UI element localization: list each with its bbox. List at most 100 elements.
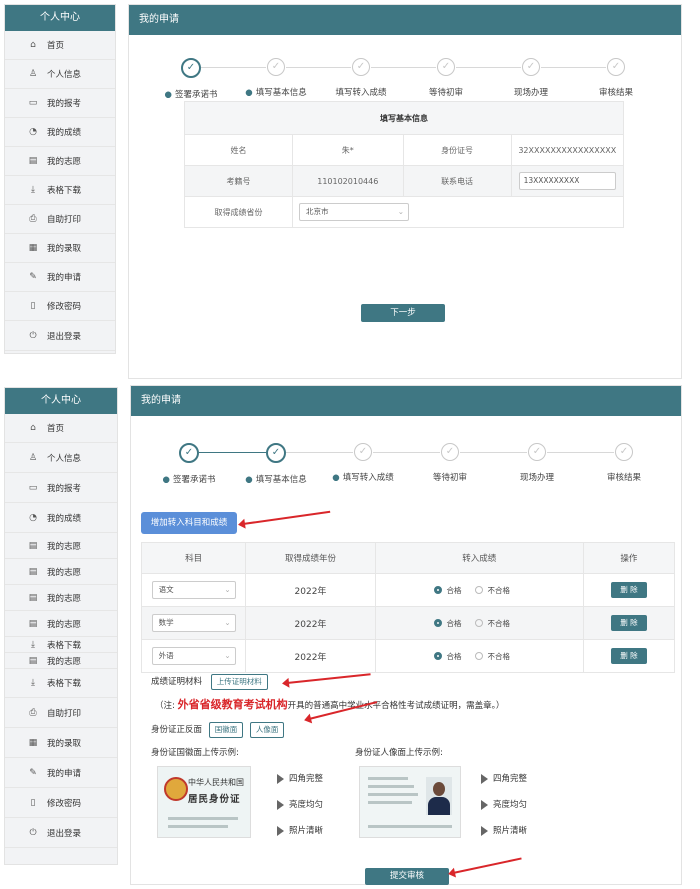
sidebar-item[interactable]: ✎ 我的申请 <box>5 758 117 788</box>
column-header-subject: 科目 <box>140 542 247 574</box>
pie-chart-icon: ◔ <box>29 127 37 137</box>
phone-input[interactable]: 13XXXXXXXXX <box>518 172 616 190</box>
phone-label: 联系电话 <box>402 165 512 197</box>
sidebar-item[interactable]: ⏻ 退出登录 <box>5 818 117 848</box>
sidebar-item[interactable]: ⤓ 表格下载 <box>5 637 117 653</box>
next-step-button[interactable]: 下一步 <box>361 304 445 322</box>
sidebar-item[interactable]: ▯ 修改密码 <box>5 788 117 818</box>
sidebar-item[interactable]: ▭ 我的报考 <box>5 473 117 503</box>
progress-steps: ✓ ● 签署承诺书 ✓ ● 填写基本信息 ✓ ● 填写转入成绩 ✓ 等待初审 ✓ 现场办理 ✓ 审核结果 <box>131 443 681 485</box>
proof-row: 成绩证明材料 上传证明材料 <box>151 674 268 690</box>
step-item: ✓ ● 签署承诺书 <box>144 443 234 485</box>
pass-label: 合格 <box>446 618 462 628</box>
card-title-line2: 居民身份证 <box>188 794 241 805</box>
delete-button[interactable]: 删 除 <box>610 582 647 598</box>
step-label: 等待初审 <box>401 86 491 98</box>
subject-select[interactable]: 数学 ⌄ <box>151 614 236 632</box>
play-icon <box>277 825 284 836</box>
proof-label: 成绩证明材料 <box>151 677 203 687</box>
fail-radio[interactable] <box>475 586 484 594</box>
sidebar-item-label: 个人信息 <box>47 453 82 464</box>
sidebar-item[interactable]: ▦ 我的录取 <box>5 234 115 263</box>
fail-radio[interactable] <box>475 619 484 627</box>
pass-radio[interactable] <box>434 586 443 594</box>
sidebar-item[interactable]: ▦ 我的录取 <box>5 728 117 758</box>
card-text-lines <box>368 801 412 804</box>
sidebar-item[interactable]: ▭ 我的报考 <box>5 89 115 118</box>
sidebar-item[interactable]: ♙ 个人信息 <box>5 443 117 473</box>
play-icon <box>481 825 488 836</box>
check-brightness: 亮度均匀 <box>277 798 323 810</box>
sidebar-item-label: 我的志愿 <box>47 656 82 667</box>
sidebar-item[interactable]: ⎙ 自助打印 <box>5 205 115 234</box>
step-label: ● 填写转入成绩 <box>318 471 408 483</box>
annotation-arrow <box>242 510 331 525</box>
annotation-arrow <box>452 857 522 874</box>
pass-radio[interactable] <box>434 652 443 660</box>
sidebar-item-label: 我的申请 <box>47 768 82 779</box>
province-select[interactable]: 北京市 ⌄ <box>298 203 409 221</box>
sidebar-item[interactable]: ▤ 我的志愿 <box>5 653 117 669</box>
printer-icon: ⎙ <box>29 214 37 224</box>
sidebar-item[interactable]: ▤ 我的志愿 <box>5 611 117 637</box>
step-item: ✓ ● 签署承诺书 <box>146 58 236 100</box>
play-icon <box>277 799 284 810</box>
check-label: 亮度均匀 <box>289 800 324 810</box>
id-front-upload-button[interactable]: 国徽面 <box>208 722 244 738</box>
lock-icon: ▯ <box>30 797 36 808</box>
step-label-text: 等待初审 <box>428 88 463 98</box>
note-prefix: （注: <box>155 701 175 711</box>
sidebar-item[interactable]: ▤ 我的志愿 <box>5 147 115 176</box>
play-icon <box>481 799 488 810</box>
name-value: 朱* <box>291 134 404 166</box>
logout-icon: ⏻ <box>29 330 37 341</box>
home-icon: ⌂ <box>30 40 36 50</box>
pass-radio[interactable] <box>434 619 443 627</box>
step-label: 现场办理 <box>492 471 582 483</box>
submit-review-button[interactable]: 提交审核 <box>365 868 449 885</box>
step-label-text: 填写基本信息 <box>255 88 307 98</box>
card-text-lines <box>368 825 452 828</box>
check-circle-icon: ✓ <box>266 443 286 463</box>
sidebar-item-label: 我的志愿 <box>47 567 82 578</box>
step-dot-icon: ● <box>245 475 253 485</box>
sidebar-item[interactable]: ⏻ 退出登录 <box>5 321 115 351</box>
step-label: ● 签署承诺书 <box>144 473 234 485</box>
user-icon: ♙ <box>28 69 38 79</box>
check-circle-icon: ✓ <box>181 58 201 78</box>
add-subject-score-button[interactable]: 增加转入科目和成绩 <box>141 512 237 534</box>
sidebar-item[interactable]: ◔ 我的成绩 <box>5 118 115 147</box>
sidebar-item[interactable]: ▤ 我的志愿 <box>5 533 117 559</box>
sidebar-item[interactable]: ⌂ 首页 <box>5 31 115 60</box>
subject-select[interactable]: 语文 ⌄ <box>151 581 236 599</box>
sidebar-item[interactable]: ▤ 我的志愿 <box>5 559 117 585</box>
edit-icon: ✎ <box>29 272 37 282</box>
fail-radio[interactable] <box>475 652 484 660</box>
sidebar-item[interactable]: ♙ 个人信息 <box>5 60 115 89</box>
card-title-line1: 中华人民共和国 <box>188 778 244 787</box>
card-text-lines <box>168 817 238 820</box>
check-circle-icon: ✓ <box>607 58 625 76</box>
id-number-label: 身份证号 <box>402 134 512 166</box>
subject-select[interactable]: 外语 ⌄ <box>151 647 236 665</box>
step-label-text: 审核结果 <box>606 473 641 483</box>
sidebar-item[interactable]: ▯ 修改密码 <box>5 292 115 321</box>
sidebar-item[interactable]: ⌂ 首页 <box>5 414 117 443</box>
step-item: ✓ ● 填写转入成绩 <box>318 443 408 483</box>
sidebar-item[interactable]: ▤ 我的志愿 <box>5 585 117 611</box>
delete-button[interactable]: 删 除 <box>610 648 647 664</box>
sidebar-item-label: 我的录取 <box>47 738 82 749</box>
upload-proof-button[interactable]: 上传证明材料 <box>210 674 268 690</box>
sidebar-item-label: 我的志愿 <box>47 593 82 604</box>
sidebar-item[interactable]: ⤓ 表格下载 <box>5 669 117 698</box>
delete-button[interactable]: 删 除 <box>610 615 647 631</box>
sidebar-item[interactable]: ✎ 我的申请 <box>5 263 115 292</box>
id-back-upload-button[interactable]: 人像面 <box>249 722 285 738</box>
step-dot-icon: ● <box>162 475 170 485</box>
check-circle-icon: ✓ <box>522 58 540 76</box>
province-select-value: 北京市 <box>305 207 329 216</box>
sidebar-item[interactable]: ⤓ 表格下载 <box>5 176 115 205</box>
sidebar-item[interactable]: ⎙ 自助打印 <box>5 698 117 728</box>
pass-label: 合格 <box>446 585 462 595</box>
sidebar-item[interactable]: ◔ 我的成绩 <box>5 503 117 533</box>
